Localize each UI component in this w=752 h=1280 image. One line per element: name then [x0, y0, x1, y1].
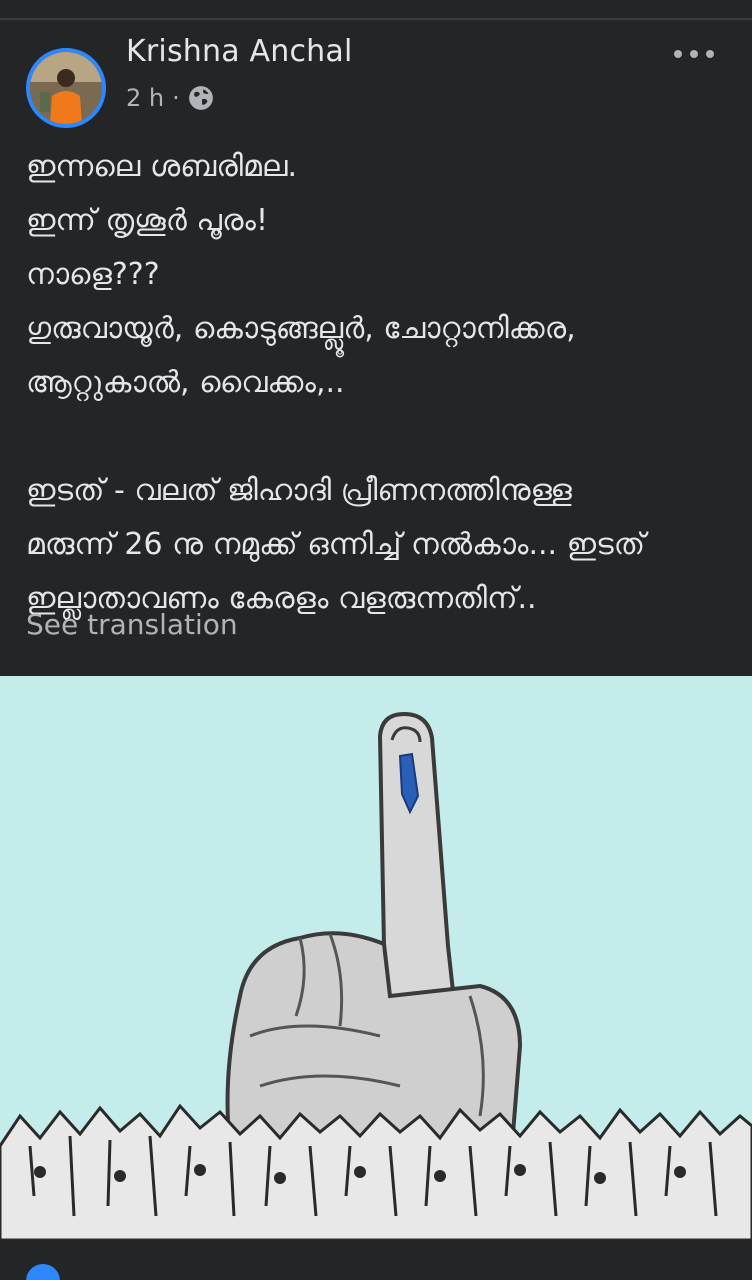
see-translation-link[interactable]: See translation [26, 608, 238, 641]
voting-finger-illustration [0, 676, 752, 1240]
post-meta: 2 h · [126, 84, 214, 112]
avatar-photo [30, 52, 102, 124]
post-text-line: മരുന്ന് 26 നു നമുക്ക് ഒന്നിച്ച് നൽകാം...… [26, 527, 646, 562]
post-text-line: ഇന്നലെ ശബരിമല. [26, 149, 298, 184]
reactions-bar [0, 1240, 752, 1280]
avatar[interactable] [26, 48, 106, 128]
post-text: ഇന്നലെ ശബരിമല. ഇന്ന് തൃശൂർ പൂരം! നാളെ???… [26, 140, 726, 626]
author-name[interactable]: Krishna Anchal [126, 34, 352, 69]
post-text-line: ഗുരുവായൂർ, കൊടുങ്ങല്ലൂർ, ചോറ്റാനിക്കര, [26, 311, 576, 346]
post-header: Krishna Anchal 2 h · [0, 20, 752, 128]
post-time[interactable]: 2 h [126, 84, 164, 112]
globe-icon[interactable] [188, 85, 214, 111]
post-text-line: ആറ്റുകാൽ, വൈക്കം,.. [26, 365, 345, 400]
meta-separator: · [172, 84, 180, 112]
like-reaction-icon[interactable] [26, 1264, 60, 1280]
post-text-line: നാളെ??? [26, 257, 160, 292]
post-text-line: ഇന്ന് തൃശൂർ പൂരം! [26, 203, 269, 238]
more-options-icon [674, 50, 682, 58]
more-options-button[interactable] [674, 42, 714, 66]
post-text-line: ഇടത് - വലത് ജിഹാദി പ്രീണനത്തിനുള്ള [26, 473, 572, 508]
post-image[interactable] [0, 676, 752, 1240]
